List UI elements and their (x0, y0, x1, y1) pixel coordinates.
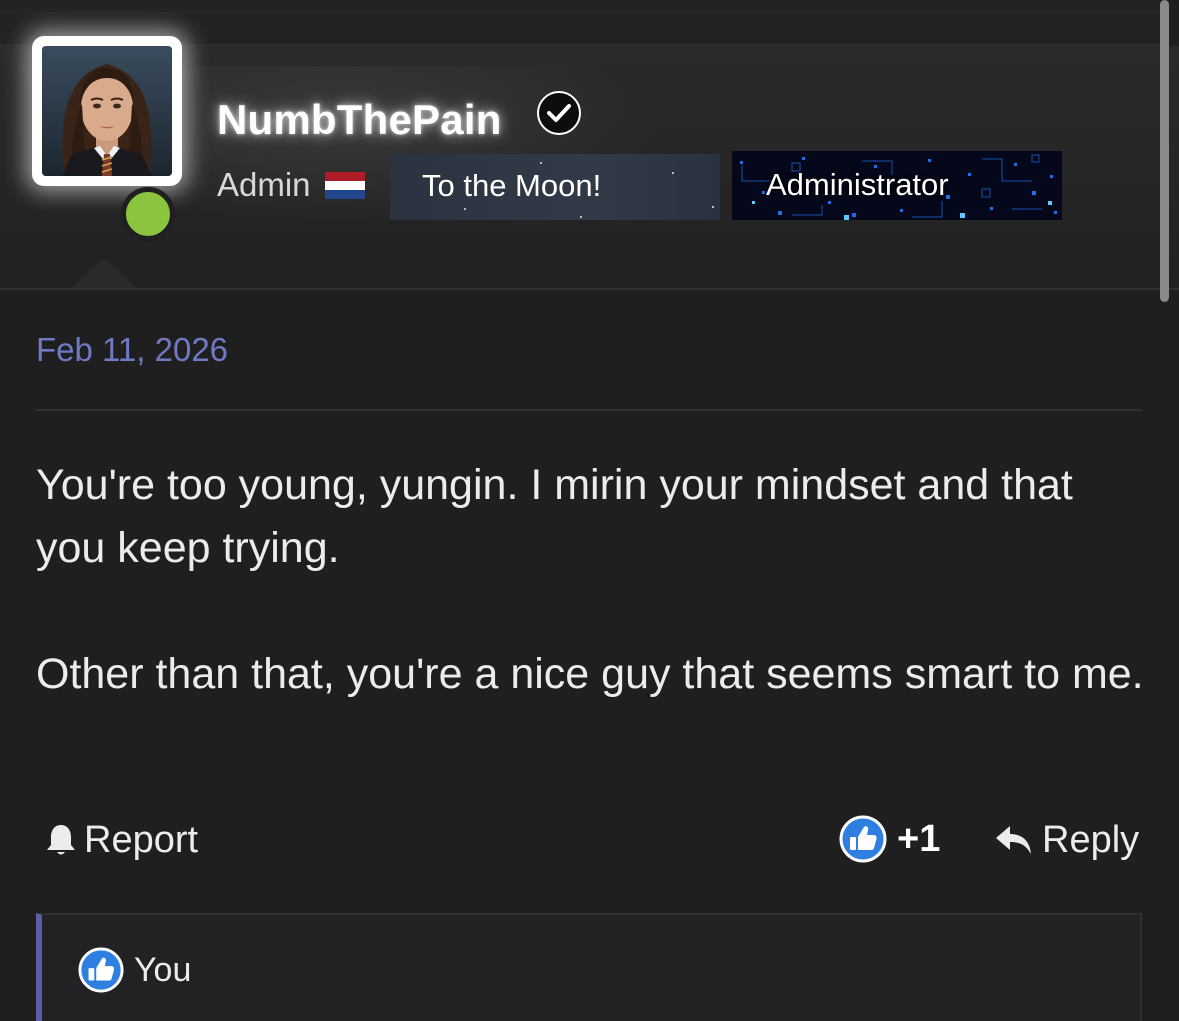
avatar[interactable] (42, 46, 172, 176)
online-status-indicator (121, 187, 175, 241)
post-body: You're too young, yungin. I mirin your m… (36, 454, 1146, 769)
user-role-row: Admin (217, 165, 365, 205)
bell-icon (47, 825, 75, 855)
report-label: Report (84, 818, 199, 861)
reply-label: Reply (1042, 818, 1140, 861)
reaction-user-list[interactable]: You (134, 951, 191, 990)
post-paragraph: You're too young, yungin. I mirin your m… (36, 461, 1073, 572)
forum-post-page: NumbThePain Admin To the Moon! Administr… (0, 0, 1179, 1021)
avatar-portrait-icon (42, 46, 172, 176)
thumbs-up-icon (78, 947, 124, 993)
reactions-bar[interactable]: You (36, 913, 1142, 1021)
banner-label: Administrator (766, 167, 949, 202)
thumbs-up-icon (839, 815, 887, 863)
like-count: +1 (897, 817, 941, 860)
like-button[interactable]: +1 (839, 814, 940, 864)
user-banner-administrator: Administrator (732, 151, 1062, 220)
verified-check-icon (537, 91, 581, 135)
post-paragraph: Other than that, you're a nice guy that … (36, 650, 1144, 698)
username[interactable]: NumbThePain (217, 96, 502, 144)
header-pointer (72, 258, 136, 288)
reply-button[interactable]: Reply (994, 816, 1139, 864)
netherlands-flag-icon (324, 171, 365, 199)
divider (36, 409, 1142, 411)
scrollbar[interactable] (1160, 0, 1169, 302)
banner-label: To the Moon! (422, 168, 602, 203)
avatar-frame[interactable] (32, 36, 182, 186)
reply-arrow-icon (996, 826, 1031, 854)
post-date[interactable]: Feb 11, 2026 (36, 331, 228, 369)
report-button[interactable]: Report (44, 816, 198, 864)
user-role: Admin (217, 166, 311, 203)
user-banner-to-the-moon: To the Moon! (390, 154, 720, 220)
